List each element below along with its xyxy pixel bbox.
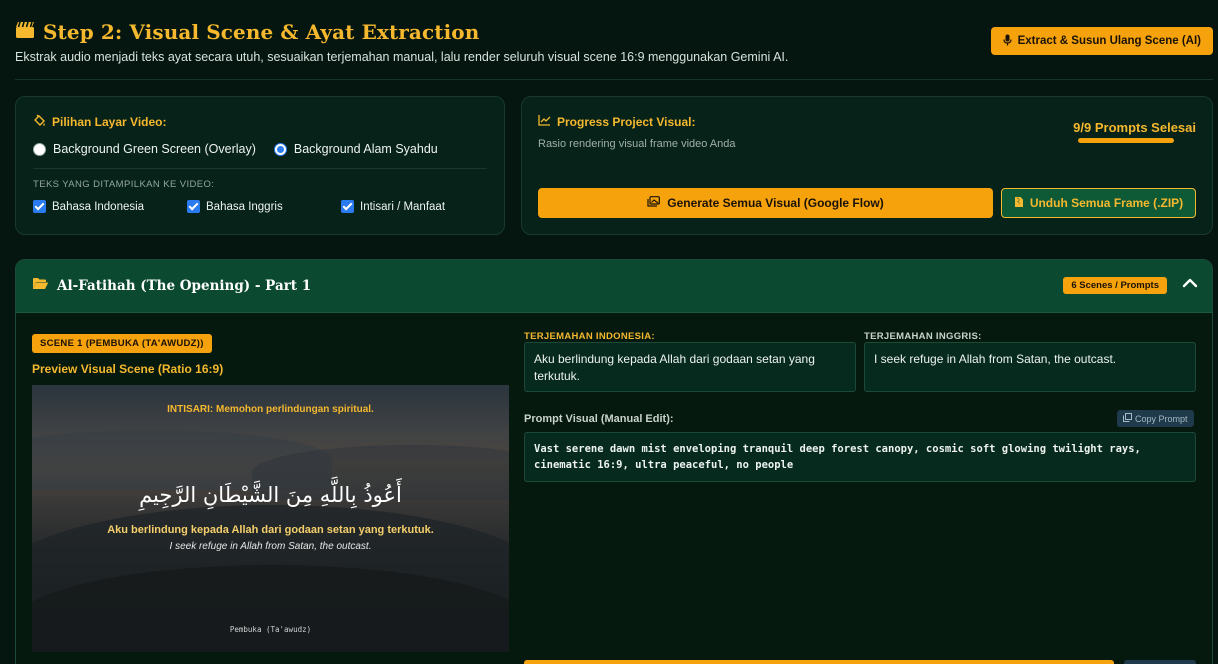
- prompt-visual-label: Prompt Visual (Manual Edit):: [524, 413, 674, 425]
- check-intisari[interactable]: Intisari / Manfaat: [341, 200, 445, 213]
- scene-secondary-button[interactable]: [1124, 660, 1196, 664]
- radio-green-screen[interactable]: Background Green Screen (Overlay): [33, 142, 256, 156]
- section-title: Al-Fatihah (The Opening) - Part 1: [57, 278, 312, 294]
- terjemahan-indonesia-label: TERJEMAHAN INDONESIA:: [524, 331, 655, 342]
- checkbox-checked[interactable]: [341, 200, 354, 213]
- checkbox-checked[interactable]: [187, 200, 200, 213]
- paint-bucket-icon: [33, 114, 46, 130]
- download-zip-button[interactable]: Unduh Semua Frame (.ZIP): [1001, 188, 1196, 218]
- section-header[interactable]: Al-Fatihah (The Opening) - Part 1 6 Scen…: [16, 260, 1212, 313]
- preview-arabic: أَعُوذُ بِاللَّهِ مِنَ الشَّيْطَانِ الرَ…: [139, 483, 402, 507]
- extract-button-label: Extract & Susun Ulang Scene (AI): [1017, 35, 1201, 47]
- radio-indicator-selected[interactable]: [273, 142, 287, 156]
- card-divider: [33, 168, 487, 169]
- scene-action-button[interactable]: [524, 660, 1114, 664]
- file-archive-icon: [1014, 196, 1024, 211]
- microphone-icon: [1002, 34, 1012, 49]
- progress-label: Progress Project Visual:: [538, 114, 736, 129]
- line-chart-icon: [538, 114, 551, 129]
- preview-indonesia: Aku berlindung kepada Allah dari godaan …: [107, 524, 434, 536]
- radio-alam-syahdu[interactable]: Background Alam Syahdu: [273, 142, 438, 156]
- extract-scene-button[interactable]: Extract & Susun Ulang Scene (AI): [990, 27, 1213, 55]
- copy-icon: [1123, 413, 1132, 424]
- surah-section: Al-Fatihah (The Opening) - Part 1 6 Scen…: [15, 259, 1213, 664]
- radio-indicator[interactable]: [33, 142, 46, 156]
- preview-overlay: [32, 385, 509, 652]
- layar-label: Pilihan Layar Video:: [33, 114, 487, 130]
- generate-visual-button[interactable]: Generate Semua Visual (Google Flow): [538, 188, 993, 218]
- check-bahasa-inggris[interactable]: Bahasa Inggris: [187, 200, 341, 213]
- copy-prompt-button[interactable]: Copy Prompt: [1117, 410, 1194, 427]
- page-title: Step 2: Visual Scene & Ayat Extraction: [43, 20, 480, 44]
- terjemahan-indonesia-field[interactable]: Aku berlindung kepada Allah dari godaan …: [524, 342, 856, 392]
- folder-open-icon: [32, 277, 49, 295]
- check-bahasa-indonesia[interactable]: Bahasa Indonesia: [33, 200, 187, 213]
- header-divider: [15, 79, 1213, 80]
- chevron-up-icon[interactable]: [1182, 276, 1198, 295]
- preview-intisari: INTISARI: Memohon perlindungan spiritual…: [167, 404, 374, 415]
- terjemahan-inggris-label: TERJEMAHAN INGGRIS:: [864, 331, 982, 342]
- checkbox-checked[interactable]: [33, 200, 46, 213]
- layar-options-card: Pilihan Layar Video: Background Green Sc…: [15, 96, 505, 235]
- scene-preview: INTISARI: Memohon perlindungan spiritual…: [32, 385, 509, 652]
- page-header: Step 2: Visual Scene & Ayat Extraction E…: [15, 20, 1213, 64]
- images-icon: [647, 196, 661, 210]
- preview-english: I seek refuge in Allah from Satan, the o…: [169, 541, 372, 552]
- prompt-visual-textarea[interactable]: Vast serene dawn mist enveloping tranqui…: [524, 432, 1196, 482]
- progress-card: Progress Project Visual: Rasio rendering…: [521, 96, 1213, 235]
- progress-subtext: Rasio rendering visual frame video Anda: [538, 138, 736, 150]
- terjemahan-inggris-field[interactable]: I seek refuge in Allah from Satan, the o…: [864, 342, 1196, 392]
- preview-label: Preview Visual Scene (Ratio 16:9): [32, 362, 224, 376]
- clapperboard-icon: [15, 21, 35, 44]
- progress-status: 9/9 Prompts Selesai: [1073, 120, 1196, 135]
- progress-bar: [1078, 138, 1174, 143]
- text-display-heading: TEKS YANG DITAMPILKAN KE VIDEO:: [33, 179, 215, 190]
- preview-footer-tag: Pembuka (Ta'awudz): [229, 625, 312, 634]
- scene-badge: SCENE 1 (PEMBUKA (TA'AWUDZ)): [32, 334, 212, 353]
- scenes-count-badge: 6 Scenes / Prompts: [1063, 277, 1167, 294]
